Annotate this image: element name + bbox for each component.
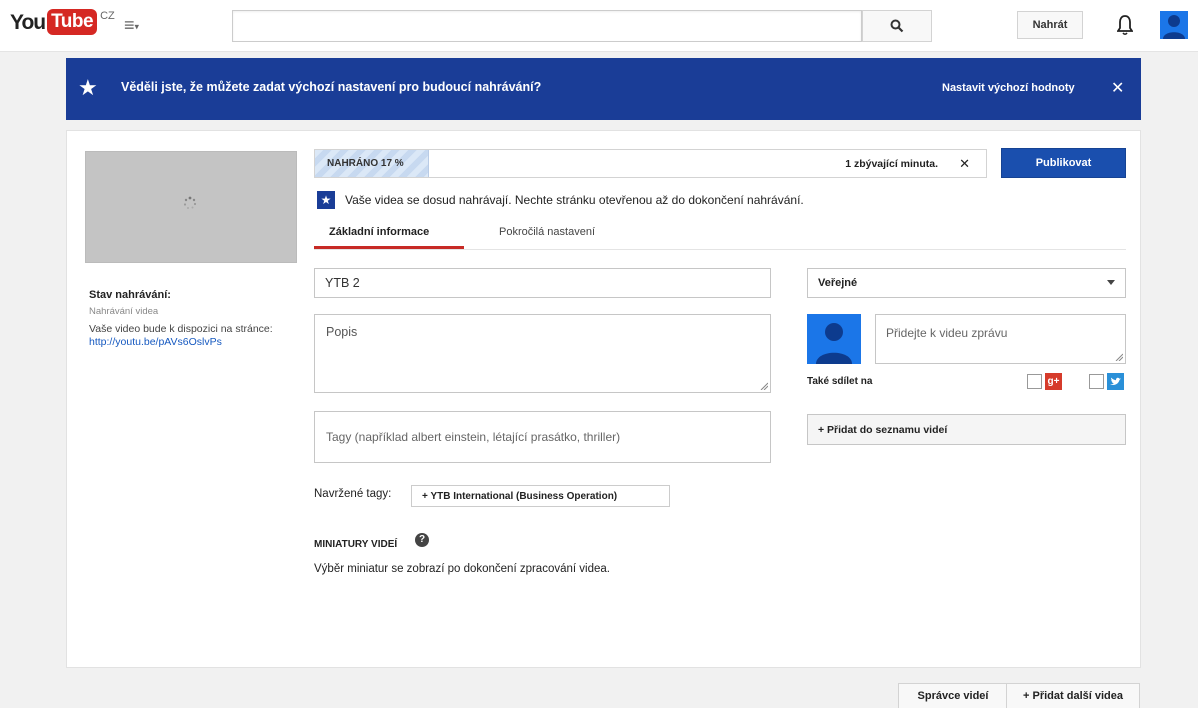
- time-remaining: 1 zbývající minuta.: [845, 158, 938, 170]
- add-to-playlist-button[interactable]: + Přidat do seznamu videí: [807, 414, 1126, 445]
- upload-status-title: Stav nahrávání:: [89, 289, 171, 301]
- share-avatar: [807, 314, 861, 364]
- progress-label: NAHRÁNO 17 %: [327, 158, 404, 169]
- masthead: You Tube CZ ≡▾ Nahrát: [0, 0, 1198, 52]
- hamburger-icon: ≡: [124, 15, 135, 35]
- suggested-tags-label: Navržené tagy:: [314, 488, 392, 500]
- loading-spinner-icon: [183, 196, 197, 209]
- caret-down-icon: ▾: [134, 21, 140, 32]
- logo-tube: Tube: [47, 9, 98, 35]
- bell-icon[interactable]: [1117, 14, 1133, 36]
- help-icon[interactable]: ?: [415, 533, 429, 547]
- tab-basic-info[interactable]: Základní informace: [329, 226, 429, 238]
- privacy-select[interactable]: Veřejné: [807, 268, 1126, 298]
- video-manager-button[interactable]: Správce videí: [898, 683, 1008, 708]
- thumbnails-heading: MINIATURY VIDEÍ: [314, 539, 398, 550]
- video-thumbnail-placeholder: [85, 151, 297, 263]
- gplus-share-checkbox[interactable]: [1027, 374, 1042, 389]
- share-message-textarea[interactable]: Přidejte k videu zprávu: [875, 314, 1126, 364]
- twitter-icon: [1107, 373, 1124, 390]
- cancel-upload-icon[interactable]: ✕: [959, 156, 970, 172]
- share-message-placeholder: Přidejte k videu zprávu: [886, 326, 1008, 340]
- upload-notice: Vaše videa se dosud nahrávají. Nechte st…: [345, 193, 804, 207]
- user-silhouette-icon: [816, 323, 852, 364]
- logo-country-code: CZ: [100, 10, 115, 22]
- search-button[interactable]: [862, 10, 932, 42]
- youtube-logo[interactable]: You Tube CZ: [10, 9, 115, 37]
- resize-handle-icon[interactable]: [1115, 353, 1123, 361]
- twitter-share-checkbox[interactable]: [1089, 374, 1104, 389]
- upload-status-description: Vaše video bude k dispozici na stránce: …: [89, 323, 289, 349]
- tags-input[interactable]: Tagy (například albert einstein, létajíc…: [314, 411, 771, 463]
- thumbnails-info: Výběr miniatur se zobrazí po dokončení z…: [314, 563, 610, 575]
- upload-status-subtitle: Nahrávání videa: [89, 306, 159, 317]
- chevron-down-icon: [1107, 280, 1115, 285]
- title-input[interactable]: YTB 2: [314, 268, 771, 298]
- user-silhouette-icon: [1163, 15, 1185, 39]
- account-avatar[interactable]: [1160, 11, 1188, 39]
- add-more-videos-button[interactable]: + Přidat další videa: [1006, 683, 1140, 708]
- logo-you: You: [10, 11, 46, 34]
- status-desc-prefix: Vaše video bude k dispozici na stránce:: [89, 323, 273, 335]
- close-icon[interactable]: ✕: [1111, 78, 1124, 98]
- search-icon: [890, 19, 904, 33]
- star-icon: ★: [78, 75, 98, 100]
- search-input[interactable]: [232, 10, 862, 42]
- description-textarea[interactable]: Popis: [314, 314, 771, 393]
- suggested-tag-chip[interactable]: + YTB International (Business Operation): [411, 485, 670, 507]
- twitter-bird-glyph: [1110, 377, 1121, 385]
- upload-progress-bar: NAHRÁNO 17 % 1 zbývající minuta. ✕: [314, 149, 987, 178]
- upload-card: Stav nahrávání: Nahrávání videa Vaše vid…: [66, 130, 1141, 668]
- star-icon: ★: [317, 191, 335, 209]
- tabs-divider: [314, 249, 1126, 250]
- tab-advanced-settings[interactable]: Pokročilá nastavení: [499, 226, 595, 238]
- video-url-link[interactable]: http://youtu.be/pAVs6OslvPs: [89, 336, 222, 348]
- info-banner: ★ Věděli jste, že můžete zadat výchozí n…: [66, 58, 1141, 120]
- also-share-label: Také sdílet na: [807, 376, 873, 387]
- publish-button[interactable]: Publikovat: [1001, 148, 1126, 178]
- privacy-value: Veřejné: [818, 277, 858, 289]
- resize-handle-icon[interactable]: [760, 382, 768, 390]
- set-defaults-link[interactable]: Nastavit výchozí hodnoty: [942, 82, 1075, 94]
- tags-placeholder: Tagy (například albert einstein, létajíc…: [326, 430, 621, 444]
- google-plus-icon: g+: [1045, 373, 1062, 390]
- upload-button[interactable]: Nahrát: [1017, 11, 1083, 39]
- description-placeholder: Popis: [326, 325, 358, 339]
- guide-menu-button[interactable]: ≡▾: [124, 14, 139, 37]
- banner-text: Věděli jste, že můžete zadat výchozí nas…: [121, 80, 542, 94]
